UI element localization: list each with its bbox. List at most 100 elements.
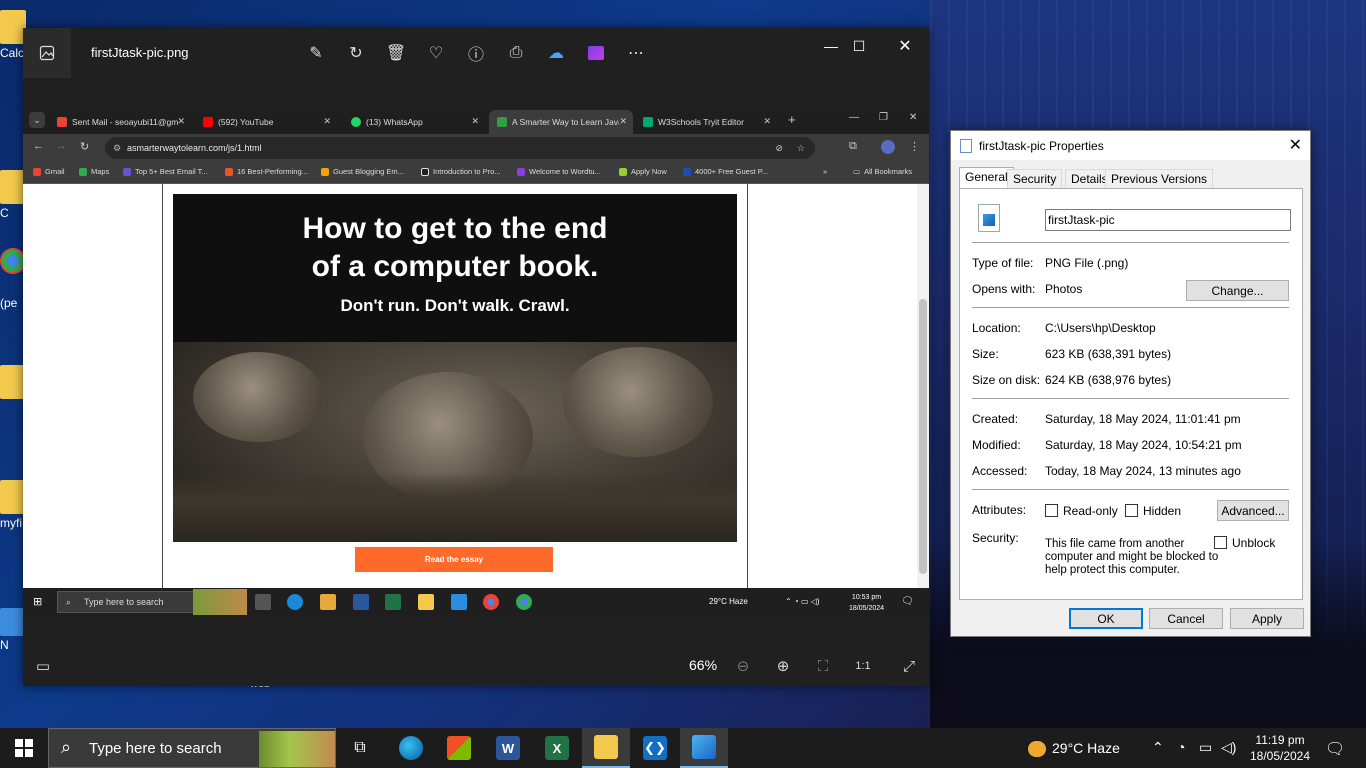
notification-icon[interactable]: 🗨 xyxy=(1325,739,1345,759)
store-icon xyxy=(447,736,471,760)
browser-minimize-button[interactable]: — xyxy=(849,112,859,123)
clock-date: 18/05/2024 xyxy=(1249,749,1311,763)
bookmark-item[interactable]: Introduction to Pro... xyxy=(421,167,501,176)
bookmark-item[interactable]: Welcome to Wordtu... xyxy=(517,167,601,176)
reload-icon[interactable]: ↻ xyxy=(80,140,89,153)
site-icon xyxy=(497,117,507,127)
more-icon[interactable]: ⋯ xyxy=(626,43,646,63)
menu-icon[interactable]: ⋮ xyxy=(909,140,920,153)
tab-title: Sent Mail - seoayubi11@gm xyxy=(72,117,179,127)
browser-restore-button[interactable]: ❐ xyxy=(879,112,888,123)
taskbar-store[interactable] xyxy=(435,728,483,768)
taskbar-search-box[interactable]: ⌕ Type here to search xyxy=(48,728,336,768)
tab-general[interactable]: General xyxy=(959,167,1014,189)
taskbar-word[interactable]: W xyxy=(484,728,532,768)
tab-whatsapp[interactable]: (13) WhatsApp ✕ xyxy=(343,110,485,134)
tab-w3schools[interactable]: W3Schools Tryit Editor ✕ xyxy=(635,110,777,134)
browser-close-button[interactable]: ✕ xyxy=(909,112,917,123)
file-explorer-icon xyxy=(594,735,618,759)
battery-icon[interactable]: ▭ xyxy=(1199,739,1212,756)
back-icon[interactable]: ← xyxy=(33,140,44,152)
page-scrollbar[interactable] xyxy=(917,184,929,588)
close-icon[interactable]: ✕ xyxy=(177,116,185,127)
advanced-button[interactable]: Advanced... xyxy=(1217,500,1289,521)
actual-size-icon[interactable]: 1:1 xyxy=(853,656,873,676)
start-button[interactable] xyxy=(0,728,48,768)
fit-to-window-icon[interactable]: ⛶ xyxy=(813,656,833,676)
scrollbar-thumb[interactable] xyxy=(919,299,927,574)
bookmark-item[interactable]: Guest Blogging Em... xyxy=(321,167,404,176)
taskbar-vscode[interactable]: ❮❯ xyxy=(631,728,679,768)
unblock-label: Unblock xyxy=(1232,536,1276,550)
close-icon[interactable]: ✕ xyxy=(619,116,627,127)
tab-gmail[interactable]: Sent Mail - seoayubi11@gm ✕ xyxy=(49,110,191,134)
photo-image: ⌄ Sent Mail - seoayubi11@gm ✕ (592) YouTu… xyxy=(23,106,929,646)
hidden-checkbox[interactable] xyxy=(1125,504,1138,517)
close-icon[interactable]: ✕ xyxy=(763,116,771,127)
extensions-icon[interactable]: ⧉ xyxy=(849,140,857,153)
forward-icon[interactable]: → xyxy=(56,140,67,152)
taskbar-clock[interactable]: 11:19 pm 18/05/2024 xyxy=(1248,732,1312,764)
change-button[interactable]: Change... xyxy=(1186,280,1289,301)
chrome-icon xyxy=(516,594,532,610)
tab-search-icon[interactable]: ⌄ xyxy=(29,112,45,128)
bookmark-item[interactable]: 16 Best-Performing... xyxy=(225,167,308,176)
inner-date: 18/05/2024 xyxy=(849,605,885,612)
site-info-icon[interactable]: ⚙ xyxy=(113,143,121,154)
bookmark-item[interactable]: 4000+ Free Guest P... xyxy=(683,167,768,176)
close-icon[interactable]: ✕ xyxy=(1289,135,1302,155)
taskbar-photos[interactable] xyxy=(680,728,728,768)
taskbar-excel[interactable]: X xyxy=(533,728,581,768)
bookmark-item[interactable]: Top 5+ Best Email T... xyxy=(123,167,208,176)
profile-avatar[interactable] xyxy=(881,140,895,154)
network-icon[interactable]: ◔ xyxy=(1177,739,1185,755)
windows-start-icon: ⊞ xyxy=(33,596,43,608)
clipchamp-icon[interactable] xyxy=(586,43,606,63)
apply-button[interactable]: Apply xyxy=(1230,608,1304,629)
zoom-out-icon[interactable]: ⊖ xyxy=(733,656,753,676)
show-hidden-icons[interactable]: ⌃ xyxy=(1152,739,1164,756)
readonly-checkbox[interactable] xyxy=(1045,504,1058,517)
volume-icon[interactable]: ◁) xyxy=(1221,739,1236,756)
taskbar-edge[interactable] xyxy=(387,728,435,768)
tab-previous-versions[interactable]: Previous Versions xyxy=(1105,169,1214,188)
read-essay-button[interactable]: Read the essay xyxy=(355,547,553,572)
cancel-button[interactable]: Cancel xyxy=(1149,608,1223,629)
weather-text: 29°C Haze xyxy=(1052,740,1120,756)
close-button[interactable]: ✕ xyxy=(882,36,928,56)
edge-icon xyxy=(287,594,303,610)
info-icon[interactable]: ⓘ xyxy=(466,43,486,64)
close-icon[interactable]: ✕ xyxy=(471,116,479,127)
tab-youtube[interactable]: (592) YouTube ✕ xyxy=(195,110,337,134)
bookmark-star-icon[interactable]: ☆ xyxy=(797,143,805,154)
bookmark-label: Apply Now xyxy=(631,167,667,176)
accessed-label: Accessed: xyxy=(972,464,1028,478)
maximize-button[interactable]: ☐ xyxy=(836,36,882,56)
ok-button[interactable]: OK xyxy=(1069,608,1143,629)
address-bar[interactable]: ⚙ asmarterwaytolearn.com/js/1.html ⊘ ☆ xyxy=(105,137,815,159)
task-view-button[interactable]: ⧉ xyxy=(336,728,384,768)
file-name-field[interactable]: firstJtask-pic xyxy=(1045,209,1291,231)
tab-asmarterway[interactable]: A Smarter Way to Learn Java ✕ xyxy=(489,110,633,134)
bookmark-item[interactable]: Gmail xyxy=(33,167,65,176)
all-bookmarks[interactable]: ▭ All Bookmarks xyxy=(853,167,912,176)
cast-icon[interactable]: ⊘ xyxy=(775,143,783,154)
favorite-icon[interactable]: ♡ xyxy=(426,43,446,63)
delete-icon[interactable]: 🗑 xyxy=(386,43,406,63)
new-tab-button[interactable]: + xyxy=(788,112,796,127)
print-icon[interactable]: ⎙ xyxy=(506,43,526,63)
rotate-icon[interactable]: ↻ xyxy=(346,43,366,63)
close-icon[interactable]: ✕ xyxy=(323,116,331,127)
edit-icon[interactable]: ✎ xyxy=(306,43,326,63)
zoom-in-icon[interactable]: ⊕ xyxy=(773,656,793,676)
bookmark-item[interactable]: Maps xyxy=(79,167,109,176)
bookmark-item[interactable]: Apply Now xyxy=(619,167,667,176)
filmstrip-icon[interactable]: ▭ xyxy=(33,656,53,676)
taskbar-file-explorer[interactable] xyxy=(582,728,630,768)
bookmarks-overflow-icon[interactable]: » xyxy=(823,167,827,176)
weather-widget[interactable]: 29°C Haze xyxy=(1028,740,1120,758)
tab-security[interactable]: Security xyxy=(1007,169,1063,188)
onedrive-icon[interactable]: ☁ xyxy=(546,43,566,63)
fullscreen-icon[interactable]: ⤢ xyxy=(899,656,919,676)
unblock-checkbox[interactable] xyxy=(1214,536,1227,549)
